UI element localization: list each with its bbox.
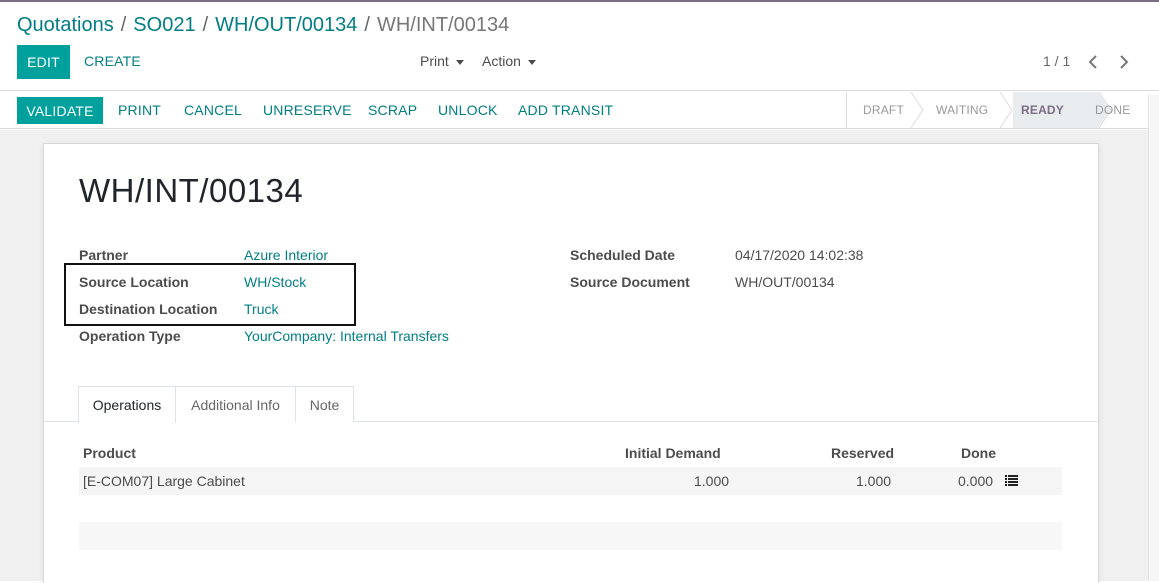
record-title: WH/INT/00134 [79,172,304,209]
cell-done[interactable]: 0.000 [958,473,993,489]
tab-note[interactable]: Note [295,386,354,422]
stage-draft[interactable]: DRAFT [863,103,904,117]
scheduled-date-label: Scheduled Date [570,247,676,263]
status-stages: DRAFT WAITING READY DONE [846,92,1159,128]
column-header-product[interactable]: Product [83,445,136,461]
edit-button[interactable]: EDIT [17,45,70,79]
stage-waiting[interactable]: WAITING [936,103,988,117]
unlock-button[interactable]: UNLOCK [438,102,498,118]
action-dropdown-label: Action [482,53,521,69]
breadcrumb-separator: / [364,14,370,36]
scrap-button[interactable]: SCRAP [368,102,417,118]
action-dropdown[interactable]: Action [482,53,536,69]
cell-initial-demand[interactable]: 1.000 [694,473,729,489]
partner-label: Partner [79,247,129,263]
breadcrumb-sale-order[interactable]: SO021 [133,14,195,36]
stage-done[interactable]: DONE [1095,103,1130,117]
chevron-right-icon[interactable] [1119,55,1129,69]
partner-value[interactable]: Azure Interior [244,247,328,263]
cell-reserved[interactable]: 1.000 [856,473,891,489]
cancel-button[interactable]: CANCEL [184,102,242,118]
cell-product[interactable]: [E-COM07] Large Cabinet [83,473,245,489]
caret-down-icon [455,59,464,65]
list-icon[interactable] [1005,475,1018,486]
source-document-value[interactable]: WH/OUT/00134 [735,274,835,290]
column-header-reserved[interactable]: Reserved [831,445,894,461]
empty-table-row [79,522,1062,550]
chevron-left-icon[interactable] [1088,55,1098,69]
operation-type-label: Operation Type [79,328,181,344]
breadcrumb-current: WH/INT/00134 [376,14,510,36]
column-header-done[interactable]: Done [961,445,996,461]
column-header-initial-demand[interactable]: Initial Demand [625,445,721,461]
location-highlight-box [64,263,356,326]
operation-type-value[interactable]: YourCompany: Internal Transfers [244,328,449,344]
breadcrumb-separator: / [120,14,127,36]
print-dropdown[interactable]: Print [420,53,464,69]
create-button[interactable]: CREATE [84,53,141,69]
source-document-label: Source Document [570,274,690,290]
scheduled-date-value[interactable]: 04/17/2020 14:02:38 [735,247,863,263]
tab-operations[interactable]: Operations [78,386,176,423]
stage-ready[interactable]: READY [1021,103,1064,117]
pager-value[interactable]: 1 / 1 [1043,53,1070,69]
add-transit-button[interactable]: ADD TRANSIT [518,102,613,118]
print-dropdown-label: Print [420,53,449,69]
stage-chevron-icon [910,92,924,128]
unreserve-button[interactable]: UNRESERVE [263,102,352,118]
breadcrumb: Quotations / SO021 / WH/OUT/00134 / WH/INT/001… [17,14,509,37]
tab-additional-info[interactable]: Additional Info [175,386,296,422]
breadcrumb-delivery-order[interactable]: WH/OUT/00134 [215,14,357,36]
scrollbar[interactable] [1148,95,1159,581]
validate-button[interactable]: VALIDATE [17,97,103,124]
print-button[interactable]: PRINT [118,102,161,118]
breadcrumb-separator: / [202,14,209,36]
statusbar: VALIDATE PRINT CANCEL UNRESERVE SCRAP UN… [0,92,1159,129]
caret-down-icon [527,59,536,65]
breadcrumb-quotations[interactable]: Quotations [17,14,114,36]
stage-chevron-icon [999,92,1013,128]
